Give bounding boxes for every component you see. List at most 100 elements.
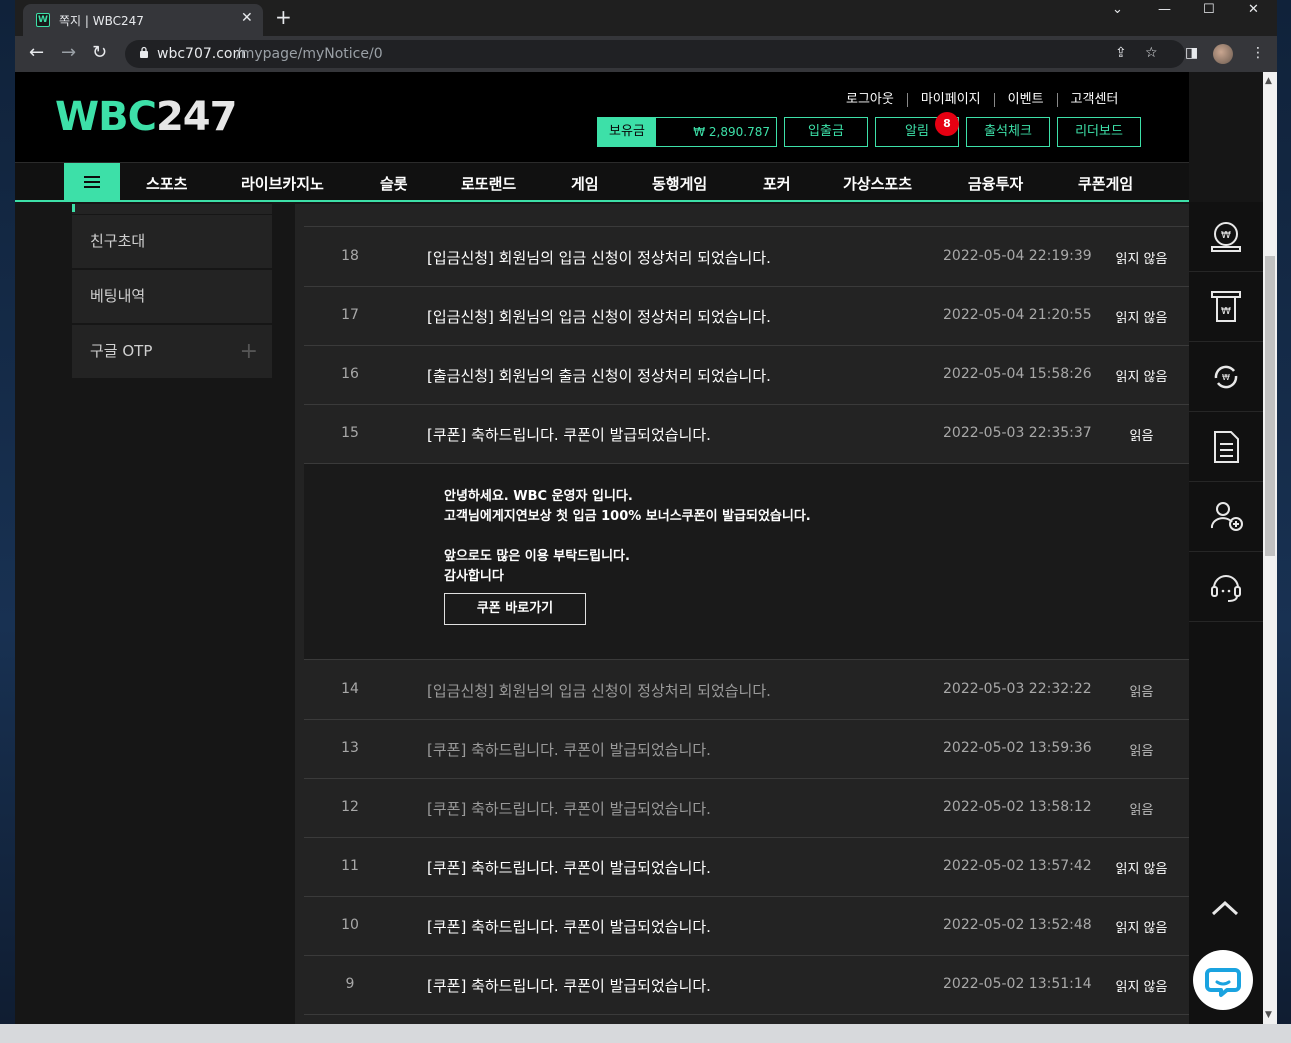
back-icon[interactable]: ←	[29, 43, 44, 63]
nav-finance[interactable]: 금융투자	[968, 173, 1023, 194]
mypage-sidebar: 친구초대 베팅내역 구글 OTP +	[15, 204, 295, 1024]
row-number: 15	[341, 425, 359, 441]
sidebar-item-betting-history[interactable]: 베팅내역	[72, 270, 272, 323]
new-tab-icon[interactable]: +	[275, 6, 292, 28]
quick-exchange[interactable]: ₩	[1189, 342, 1263, 412]
row-number: 16	[341, 366, 359, 382]
live-chat-button[interactable]	[1193, 950, 1253, 1010]
site-favicon-icon: W	[36, 13, 50, 27]
share-icon[interactable]: ⇪	[1115, 45, 1127, 61]
sidebar-active-marker	[72, 204, 75, 212]
web-page: WBC247 로그아웃 마이페이지 이벤트 고객센터 보유금 ₩ 2,890.787 …	[15, 72, 1277, 1024]
row-date: 2022-05-02 13:52:48	[943, 917, 1092, 933]
nav-live-casino[interactable]: 라이브카지노	[241, 173, 324, 194]
go-to-coupon-button[interactable]: 쿠폰 바로가기	[444, 593, 586, 625]
minimize-icon[interactable]: —	[1158, 2, 1171, 17]
os-taskbar	[0, 1024, 1291, 1043]
hamburger-menu-icon[interactable]	[64, 163, 120, 201]
quick-deposit[interactable]: ₩	[1189, 202, 1263, 272]
row-date: 2022-05-02 13:58:12	[943, 799, 1092, 815]
table-row[interactable]: 13 [쿠폰] 축하드립니다. 쿠폰이 발급되었습니다. 2022-05-02 …	[304, 720, 1189, 779]
support-link[interactable]: 고객센터	[1056, 93, 1132, 107]
row-status: 읽음	[1129, 744, 1154, 759]
nav-slot[interactable]: 슬롯	[380, 173, 408, 194]
tab-search-icon[interactable]: ⌄	[1112, 2, 1123, 17]
mypage-link[interactable]: 마이페이지	[906, 93, 994, 107]
row-title[interactable]: [쿠폰] 축하드립니다. 쿠폰이 발급되었습니다.	[427, 739, 711, 760]
row-status: 읽지 않음	[1115, 862, 1168, 877]
browser-window: W 쪽지 | WBC247 ✕ + ⌄ — ☐ ✕ ← → ↻ wbc707.c…	[15, 0, 1277, 1024]
row-title[interactable]: [쿠폰] 축하드립니다. 쿠폰이 발급되었습니다.	[427, 798, 711, 819]
svg-text:₩: ₩	[1221, 306, 1231, 317]
nav-sports[interactable]: 스포츠	[146, 173, 187, 194]
forward-icon[interactable]: →	[61, 43, 76, 63]
row-date: 2022-05-02 13:51:14	[943, 976, 1092, 992]
row-status: 읽지 않음	[1115, 921, 1168, 936]
side-panel-icon[interactable]: ◨	[1185, 45, 1198, 61]
table-row[interactable]: 14 [입금신청] 회원님의 입금 신청이 정상처리 되었습니다. 2022-0…	[304, 661, 1189, 720]
detail-line: 앞으로도 많은 이용 부탁드립니다.	[444, 549, 630, 564]
nav-lotto-land[interactable]: 로또랜드	[461, 173, 516, 194]
quick-notice[interactable]	[1189, 412, 1263, 482]
scrollbar-thumb[interactable]	[1265, 256, 1275, 556]
row-date: 2022-05-04 22:19:39	[943, 248, 1092, 264]
table-row[interactable]: 12 [쿠폰] 축하드립니다. 쿠폰이 발급되었습니다. 2022-05-02 …	[304, 779, 1189, 838]
profile-avatar[interactable]	[1213, 44, 1233, 64]
close-tab-icon[interactable]: ✕	[241, 10, 253, 26]
browser-menu-icon[interactable]: ⋮	[1251, 45, 1265, 61]
sidebar-item-invite-friend[interactable]: 친구초대	[72, 215, 272, 268]
row-status: 읽지 않음	[1115, 370, 1168, 385]
nav-game[interactable]: 게임	[571, 173, 599, 194]
attendance-button[interactable]: 출석체크	[966, 117, 1050, 147]
logout-link[interactable]: 로그아웃	[833, 93, 907, 107]
nav-virtual-sports[interactable]: 가상스포츠	[843, 173, 912, 194]
table-row[interactable]: 16 [출금신청] 회원님의 출금 신청이 정상처리 되었습니다. 2022-0…	[304, 346, 1189, 405]
event-link[interactable]: 이벤트	[993, 93, 1057, 107]
quick-withdraw[interactable]: ₩	[1189, 272, 1263, 342]
row-number: 9	[345, 976, 355, 992]
sidebar-item-google-otp[interactable]: 구글 OTP +	[72, 325, 272, 378]
scroll-down-arrow-icon[interactable]: ▼	[1265, 1010, 1272, 1020]
wallet-balance: 보유금 ₩ 2,890.787	[597, 117, 777, 147]
row-title[interactable]: [쿠폰] 축하드립니다. 쿠폰이 발급되었습니다.	[427, 857, 711, 878]
notice-list: 18 [입금신청] 회원님의 입금 신청이 정상처리 되었습니다. 2022-0…	[295, 204, 1189, 1024]
row-status: 읽지 않음	[1115, 252, 1168, 267]
row-title[interactable]: [쿠폰] 축하드립니다. 쿠폰이 발급되었습니다.	[427, 975, 711, 996]
reload-icon[interactable]: ↻	[92, 43, 107, 63]
table-row[interactable]: 17 [입금신청] 회원님의 입금 신청이 정상처리 되었습니다. 2022-0…	[304, 287, 1189, 346]
site-logo[interactable]: WBC247	[55, 94, 237, 140]
expand-plus-icon[interactable]: +	[240, 325, 258, 378]
table-row-expanded[interactable]: 15 [쿠폰] 축하드립니다. 쿠폰이 발급되었습니다. 2022-05-03 …	[304, 405, 1189, 464]
row-date: 2022-05-04 21:20:55	[943, 307, 1092, 323]
url-path: /mypage/myNotice/0	[236, 46, 383, 62]
row-title[interactable]: [입금신청] 회원님의 입금 신청이 정상처리 되었습니다.	[427, 306, 771, 327]
table-row[interactable]: 9 [쿠폰] 축하드립니다. 쿠폰이 발급되었습니다. 2022-05-02 1…	[304, 956, 1189, 1015]
leaderboard-button[interactable]: 리더보드	[1057, 117, 1141, 147]
bookmark-star-icon[interactable]: ☆	[1145, 45, 1158, 61]
page-scrollbar[interactable]: ▲ ▼	[1263, 72, 1277, 1024]
quick-support[interactable]	[1189, 552, 1263, 622]
close-window-icon[interactable]: ✕	[1248, 2, 1259, 17]
scroll-to-top-icon[interactable]	[1209, 898, 1241, 918]
quick-invite[interactable]	[1189, 482, 1263, 552]
row-title[interactable]: [쿠폰] 축하드립니다. 쿠폰이 발급되었습니다.	[427, 916, 711, 937]
scroll-up-arrow-icon[interactable]: ▲	[1265, 76, 1272, 86]
row-status: 읽지 않음	[1115, 980, 1168, 995]
row-title[interactable]: [쿠폰] 축하드립니다. 쿠폰이 발급되었습니다.	[427, 424, 711, 445]
table-row[interactable]: 11 [쿠폰] 축하드립니다. 쿠폰이 발급되었습니다. 2022-05-02 …	[304, 838, 1189, 897]
address-bar[interactable]: wbc707.com /mypage/myNotice/0 ⇪ ☆	[125, 40, 1185, 68]
row-title[interactable]: [입금신청] 회원님의 입금 신청이 정상처리 되었습니다.	[427, 680, 771, 701]
table-row[interactable]: 10 [쿠폰] 축하드립니다. 쿠폰이 발급되었습니다. 2022-05-02 …	[304, 897, 1189, 956]
deposit-withdraw-button[interactable]: 입출금	[784, 117, 868, 147]
nav-lottery-game[interactable]: 동행게임	[652, 173, 707, 194]
sidebar-item-label: 친구초대	[90, 232, 146, 250]
detail-line: 감사합니다	[444, 569, 504, 584]
browser-tab[interactable]: W 쪽지 | WBC247 ✕	[23, 4, 263, 36]
maximize-icon[interactable]: ☐	[1203, 2, 1215, 17]
wallet-label: 보유금	[598, 118, 656, 146]
nav-coupon-game[interactable]: 쿠폰게임	[1078, 173, 1133, 194]
nav-poker[interactable]: 포커	[763, 173, 791, 194]
table-row[interactable]: 18 [입금신청] 회원님의 입금 신청이 정상처리 되었습니다. 2022-0…	[304, 228, 1189, 287]
row-title[interactable]: [출금신청] 회원님의 출금 신청이 정상처리 되었습니다.	[427, 365, 771, 386]
row-title[interactable]: [입금신청] 회원님의 입금 신청이 정상처리 되었습니다.	[427, 247, 771, 268]
